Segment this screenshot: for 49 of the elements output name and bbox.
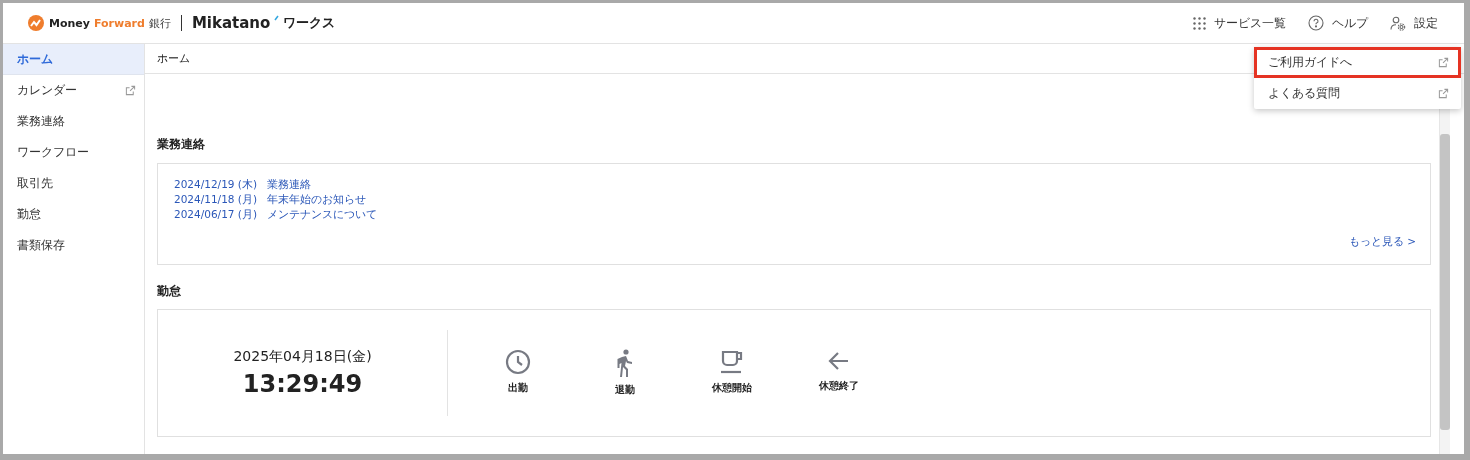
- clock-icon: [504, 349, 531, 375]
- brand-name: Forward: [93, 16, 145, 30]
- current-date: 2025年04月18日(金): [233, 348, 372, 366]
- sidebar-item-label: 業務連絡: [17, 112, 65, 130]
- brand-name: Money: [49, 16, 90, 30]
- notice-link[interactable]: 2024/06/17 (月) メンテナンスについて: [174, 207, 378, 222]
- header-menu-button[interactable]: サービス一覧: [1193, 14, 1286, 32]
- menu-item-label: ご利用ガイドへ: [1268, 54, 1352, 71]
- breadcrumb: ホーム: [157, 51, 190, 66]
- sidebar-item-label: カレンダー: [17, 81, 77, 99]
- scrollbar-thumb[interactable]: [1440, 134, 1450, 430]
- product-suffix: ワークス: [283, 14, 336, 32]
- attendance-button[interactable]: 休憩開始: [678, 349, 785, 397]
- menu-item[interactable]: ご利用ガイドへ: [1254, 47, 1461, 78]
- help-icon: [1308, 15, 1324, 31]
- sidebar-item[interactable]: 書類保存: [3, 230, 144, 261]
- accent-mark-icon: [274, 15, 280, 21]
- current-time: 13:29:49: [242, 370, 363, 398]
- sidebar-item-label: ホーム: [17, 50, 53, 68]
- brand-suffix: 銀行: [148, 15, 171, 31]
- attendance-button[interactable]: 退勤: [571, 349, 678, 397]
- section-title: 業務連絡: [157, 136, 206, 153]
- sidebar-item[interactable]: ホーム: [3, 44, 144, 75]
- menu-item-label: よくある質問: [1268, 85, 1340, 102]
- header-menu-button[interactable]: 設定: [1390, 14, 1438, 32]
- attendance-button[interactable]: 休憩終了: [785, 349, 892, 397]
- notice-link[interactable]: 2024/11/18 (月) 年末年始のお知らせ: [174, 192, 367, 207]
- sidebar-item-label: 勤怠: [17, 205, 41, 223]
- sidebar-item[interactable]: 取引先: [3, 168, 144, 199]
- sidebar-item[interactable]: 業務連絡: [3, 106, 144, 137]
- notice-link[interactable]: 2024/12/19 (木) 業務連絡: [174, 177, 312, 192]
- sidebar-item[interactable]: 勤怠: [3, 199, 144, 230]
- sidebar-item[interactable]: カレンダー: [3, 75, 144, 106]
- header-menu-button[interactable]: ヘルプ: [1308, 14, 1368, 32]
- user-settings-icon: [1390, 15, 1406, 31]
- sidebar-item-label: ワークフロー: [17, 143, 89, 161]
- section-title: 勤怠: [157, 283, 182, 300]
- product-name: Mikatano: [191, 14, 271, 32]
- logo-icon: [27, 14, 45, 32]
- attendance-button[interactable]: 出勤: [464, 349, 571, 397]
- external-link-icon: [1438, 57, 1449, 68]
- menu-item[interactable]: よくある質問: [1254, 78, 1461, 109]
- more-link[interactable]: もっと見る >: [1348, 235, 1416, 249]
- grid-icon: [1193, 16, 1206, 30]
- cup-icon: [718, 349, 745, 375]
- sidebar-item-label: 取引先: [17, 174, 53, 192]
- sidebar-item-label: 書類保存: [17, 236, 65, 254]
- sidebar-item[interactable]: ワークフロー: [3, 137, 144, 168]
- external-link-icon: [1438, 88, 1449, 99]
